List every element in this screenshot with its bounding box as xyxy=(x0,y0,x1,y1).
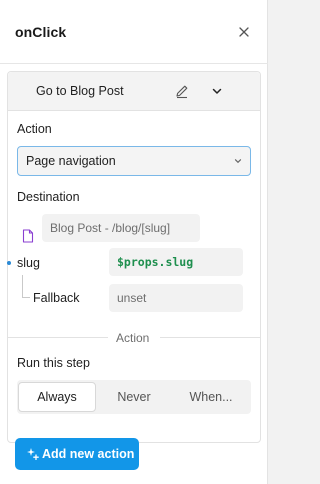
close-button[interactable] xyxy=(236,24,252,40)
tree-connector xyxy=(22,275,30,298)
edit-button[interactable] xyxy=(174,83,190,99)
fallback-label: Fallback xyxy=(33,291,80,305)
interaction-panel: onClick Go to Blog Post Action Page navi… xyxy=(0,0,268,484)
run-step-toggle: Always Never When... xyxy=(17,380,251,414)
action-card: Go to Blog Post Action Page navigation D… xyxy=(7,71,261,443)
document-icon xyxy=(22,229,34,243)
fallback-placeholder: unset xyxy=(117,291,147,305)
destination-label: Destination xyxy=(17,190,80,204)
slug-param-field[interactable]: $props.slug xyxy=(109,248,243,276)
action-card-header[interactable]: Go to Blog Post xyxy=(8,72,260,111)
destination-field[interactable]: Blog Post - /blog/[slug] xyxy=(42,214,200,242)
collapse-button[interactable] xyxy=(210,84,224,98)
panel-title: onClick xyxy=(15,24,67,40)
panel-header: onClick xyxy=(0,0,268,64)
bound-indicator-dot xyxy=(7,261,11,265)
run-option-never[interactable]: Never xyxy=(97,382,171,412)
action-card-title: Go to Blog Post xyxy=(36,84,124,98)
section-divider-left xyxy=(8,337,108,338)
action-type-value: Page navigation xyxy=(26,154,116,168)
chevron-down-icon xyxy=(234,159,242,164)
slug-param-value: $props.slug xyxy=(117,255,194,269)
section-divider-label: Action xyxy=(116,331,150,345)
action-label: Action xyxy=(17,122,52,136)
slug-param-label: slug xyxy=(17,256,40,270)
section-divider-right xyxy=(160,337,260,338)
add-new-action-button[interactable]: Add new action xyxy=(15,438,139,470)
run-option-when[interactable]: When... xyxy=(172,382,250,412)
sparkle-plus-icon xyxy=(27,448,39,460)
destination-value: Blog Post - /blog/[slug] xyxy=(50,221,171,235)
fallback-field[interactable]: unset xyxy=(109,284,243,312)
pencil-icon xyxy=(176,85,188,99)
action-type-select[interactable]: Page navigation xyxy=(17,146,251,176)
close-icon xyxy=(239,27,249,37)
run-option-always[interactable]: Always xyxy=(18,382,96,412)
run-step-label: Run this step xyxy=(17,356,90,370)
chevron-down-icon xyxy=(212,88,222,94)
add-new-action-label: Add new action xyxy=(42,447,135,461)
